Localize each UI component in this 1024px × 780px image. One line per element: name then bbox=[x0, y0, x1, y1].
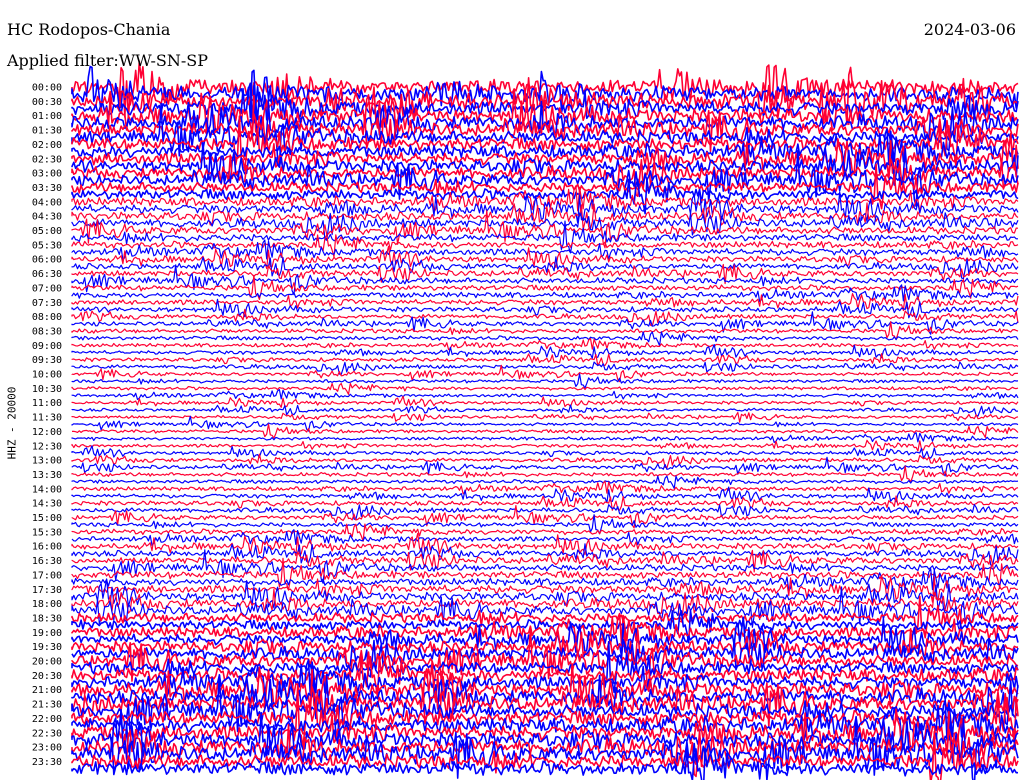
trace-row bbox=[71, 338, 1019, 351]
time-label: 14:30 bbox=[32, 499, 62, 510]
time-label: 13:00 bbox=[32, 456, 62, 467]
trace-row bbox=[71, 439, 1019, 452]
time-label: 22:00 bbox=[32, 714, 62, 725]
time-label: 04:00 bbox=[32, 197, 62, 208]
time-label: 01:00 bbox=[32, 111, 62, 122]
station-title: HC Rodopos-Chania bbox=[7, 20, 171, 39]
time-label: 09:00 bbox=[32, 341, 62, 352]
time-label: 06:30 bbox=[32, 269, 62, 280]
time-label: 00:30 bbox=[32, 97, 62, 108]
time-label: 19:00 bbox=[32, 628, 62, 639]
trace-row bbox=[71, 382, 1019, 395]
time-label: 14:00 bbox=[32, 484, 62, 495]
time-label: 00:00 bbox=[32, 83, 62, 94]
time-label: 20:30 bbox=[32, 671, 62, 682]
time-label: 08:00 bbox=[32, 312, 62, 323]
time-label: 06:00 bbox=[32, 255, 62, 266]
time-label: 11:30 bbox=[32, 413, 62, 424]
time-label: 17:30 bbox=[32, 585, 62, 596]
time-label: 20:00 bbox=[32, 657, 62, 668]
time-label: 04:30 bbox=[32, 212, 62, 223]
trace-row bbox=[71, 445, 1019, 459]
trace-row bbox=[71, 321, 1019, 341]
time-label: 22:30 bbox=[32, 728, 62, 739]
time-label: 02:00 bbox=[32, 140, 62, 151]
date-label: 2024-03-06 bbox=[923, 20, 1016, 39]
trace-row bbox=[72, 423, 1019, 439]
time-label: 23:30 bbox=[32, 757, 62, 768]
time-axis-labels: 00:00 00:30 01:00 01:30 02:00 02:30 03:00 03:30… bbox=[32, 83, 62, 768]
time-label: 03:00 bbox=[32, 169, 62, 180]
trace-row bbox=[71, 411, 1019, 423]
time-label: 16:00 bbox=[32, 542, 62, 553]
time-label: 15:30 bbox=[32, 527, 62, 538]
time-label: 11:00 bbox=[32, 398, 62, 409]
time-label: 15:00 bbox=[32, 513, 62, 524]
trace-row bbox=[71, 609, 1019, 644]
trace-row bbox=[71, 274, 1019, 300]
time-label: 05:00 bbox=[32, 226, 62, 237]
channel-label-text: HHZ - 20000 bbox=[5, 386, 19, 460]
time-label: 18:00 bbox=[32, 599, 62, 610]
helicorder-plot: 00:00 00:30 01:00 01:30 02:00 02:30 03:00 03:30… bbox=[32, 60, 1019, 780]
trace-row bbox=[71, 373, 1019, 389]
time-label: 03:30 bbox=[32, 183, 62, 194]
time-label: 12:00 bbox=[32, 427, 62, 438]
filter-label: Applied filter:WW-SN-SP bbox=[7, 51, 209, 70]
seismic-traces bbox=[71, 60, 1019, 780]
time-label: 05:30 bbox=[32, 240, 62, 251]
trace-row bbox=[71, 395, 1019, 408]
time-label: 02:30 bbox=[32, 154, 62, 165]
trace-row bbox=[71, 588, 1019, 623]
trace-row bbox=[71, 404, 1019, 417]
time-label: 23:00 bbox=[32, 743, 62, 754]
trace-row bbox=[71, 343, 1019, 359]
time-label: 01:30 bbox=[32, 126, 62, 137]
time-label: 12:30 bbox=[32, 441, 62, 452]
trace-row bbox=[71, 715, 1019, 780]
time-label: 21:30 bbox=[32, 700, 62, 711]
trace-row bbox=[71, 495, 1019, 511]
time-label: 17:00 bbox=[32, 570, 62, 581]
time-label: 13:30 bbox=[32, 470, 62, 481]
time-label: 08:30 bbox=[32, 326, 62, 337]
time-label: 07:00 bbox=[32, 283, 62, 294]
trace-row bbox=[71, 465, 1019, 483]
time-label: 19:30 bbox=[32, 642, 62, 653]
time-label: 09:30 bbox=[32, 355, 62, 366]
trace-row bbox=[71, 234, 1019, 258]
trace-row bbox=[71, 523, 1019, 542]
time-label: 07:30 bbox=[32, 298, 62, 309]
time-label: 10:30 bbox=[32, 384, 62, 395]
time-label: 10:00 bbox=[32, 370, 62, 381]
time-label: 18:30 bbox=[32, 613, 62, 624]
time-label: 16:30 bbox=[32, 556, 62, 567]
trace-row bbox=[71, 389, 1019, 400]
time-label: 21:00 bbox=[32, 685, 62, 696]
